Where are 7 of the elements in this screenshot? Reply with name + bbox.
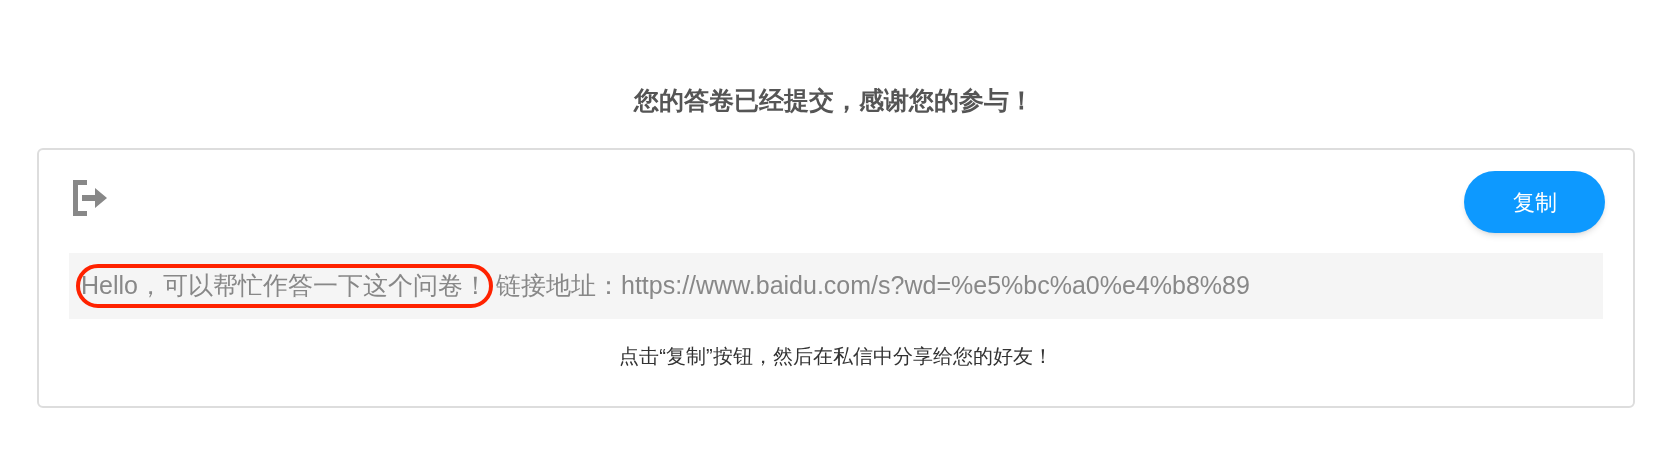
exit-icon xyxy=(73,180,109,216)
page-title: 您的答卷已经提交，感谢您的参与！ xyxy=(634,85,1034,116)
share-message-field[interactable]: Hello，可以帮忙作答一下这个问卷！ 链接地址：https://www.baidu.com/s?wd=%e5%bc%a0%e4%b8%89 xyxy=(69,253,1603,319)
greeting-text: Hello，可以帮忙作答一下这个问卷！ xyxy=(79,267,490,305)
link-text: 链接地址：https://www.baidu.com/s?wd=%e5%bc%a0%e4%b8%89 xyxy=(496,270,1250,302)
copy-button[interactable]: 复制 xyxy=(1464,171,1605,233)
hint-text: 点击“复制”按钮，然后在私信中分享给您的好友！ xyxy=(618,344,1054,369)
